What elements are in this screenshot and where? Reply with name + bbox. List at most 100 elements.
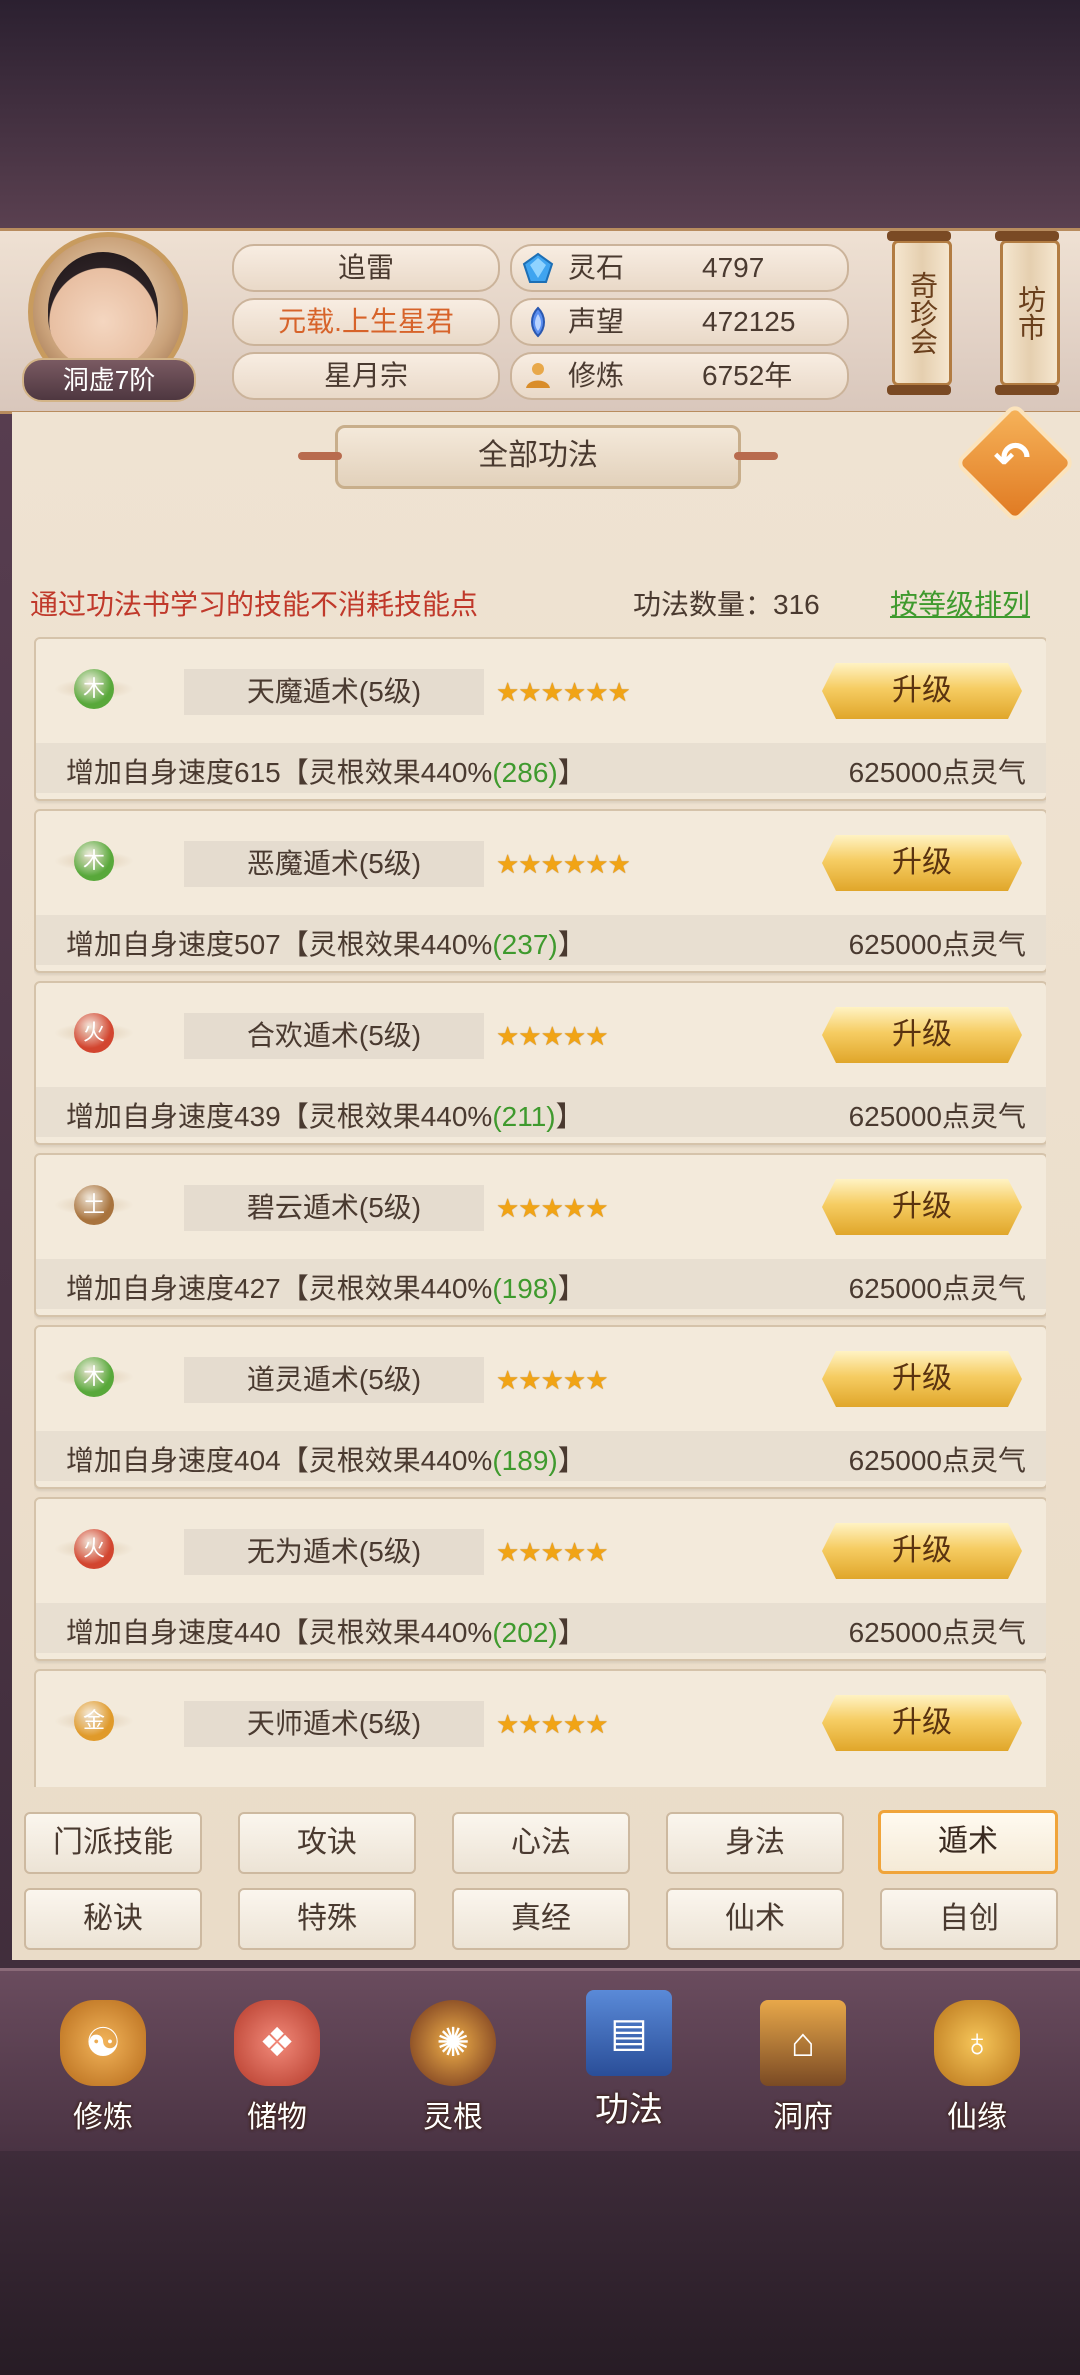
avatar-portrait	[48, 252, 158, 368]
resource-prestige: 声望 472125	[510, 298, 849, 346]
skill-desc-row: 增加自身速度404【灵根效果440%(189)】 625000点灵气	[36, 1431, 1046, 1481]
prestige-icon	[531, 306, 545, 338]
skill-description: 增加自身速度404【灵根效果440%(189)】	[66, 1445, 586, 1476]
nav-storage[interactable]: ❖ 储物	[212, 2000, 342, 2140]
resource-name: 声望	[568, 306, 625, 337]
root-bonus: (202)	[492, 1617, 558, 1648]
skill-name: 碧云遁术(5级)	[184, 1185, 484, 1231]
element-badge: 木	[74, 669, 114, 709]
tab-mind-method[interactable]: 心法	[452, 1812, 630, 1874]
nav-immortal-fate[interactable]: ♁ 仙缘	[912, 2000, 1042, 2140]
upgrade-cost: 625000点灵气	[848, 1273, 1026, 1304]
upgrade-button[interactable]: 升级	[822, 1179, 1022, 1235]
immortal-fate-gourd-icon: ♁	[934, 2000, 1020, 2086]
skill-count: 功法数量：316	[633, 589, 820, 620]
realm-badge: 洞虚7阶	[22, 358, 196, 402]
skill-card: 土 碧云遁术(5级) ★★★★★ 升级 增加自身速度427【灵根效果440%(1…	[34, 1153, 1046, 1317]
element-badge: 金	[74, 1701, 114, 1741]
root-bonus: (286)	[492, 757, 558, 788]
cultivation-monk-icon: ☯	[60, 2000, 146, 2086]
element-badge: 土	[74, 1185, 114, 1225]
star-rating: ★★★★★	[496, 1709, 609, 1739]
skill-name: 恶魔遁术(5级)	[184, 841, 484, 887]
upgrade-cost: 625000点灵气	[848, 1101, 1026, 1132]
skill-name: 天师遁术(5级)	[184, 1701, 484, 1747]
nav-cave-mansion[interactable]: ⌂ 洞府	[738, 2000, 868, 2140]
root-bonus: (189)	[492, 1445, 558, 1476]
resource-name: 灵石	[568, 252, 625, 283]
resource-value: 4797	[702, 252, 765, 283]
upgrade-button[interactable]: 升级	[822, 1351, 1022, 1407]
sort-by-level-link[interactable]: 按等级排列	[890, 583, 1030, 623]
cave-mansion-icon: ⌂	[760, 2000, 846, 2086]
element-badge: 木	[74, 1357, 114, 1397]
nav-label: 储物	[247, 2101, 307, 2134]
element-badge: 火	[74, 1013, 114, 1053]
upgrade-cost: 625000点灵气	[848, 757, 1026, 788]
skill-name: 天魔遁术(5级)	[184, 669, 484, 715]
upgrade-button[interactable]: 升级	[822, 1523, 1022, 1579]
skill-card: 木 恶魔遁术(5级) ★★★★★★ 升级 增加自身速度507【灵根效果440%(…	[34, 809, 1046, 973]
nav-label: 修炼	[73, 2101, 133, 2134]
skill-name: 无为遁术(5级)	[184, 1529, 484, 1575]
tab-true-scripture[interactable]: 真经	[452, 1888, 630, 1950]
bottom-background	[0, 2150, 1080, 2375]
upgrade-button[interactable]: 升级	[822, 1695, 1022, 1751]
nav-label: 仙缘	[947, 2101, 1007, 2134]
star-rating: ★★★★★	[496, 1537, 609, 1567]
upgrade-cost: 625000点灵气	[848, 1617, 1026, 1648]
element-badge: 火	[74, 1529, 114, 1569]
root-bonus: (198)	[492, 1273, 558, 1304]
star-rating: ★★★★★★	[496, 849, 631, 879]
nav-spirit-root[interactable]: ✺ 灵根	[388, 2000, 518, 2140]
skill-description: 增加自身速度427【灵根效果440%(198)】	[66, 1273, 586, 1304]
back-arrow-icon: ↶	[993, 434, 1031, 483]
skill-book-icon: ▤	[586, 1990, 672, 2076]
upgrade-button[interactable]: 升级	[822, 1007, 1022, 1063]
skill-name: 道灵遁术(5级)	[184, 1357, 484, 1403]
tab-immortal-art[interactable]: 仙术	[666, 1888, 844, 1950]
cultivation-icon	[526, 363, 550, 388]
character-name: 追雷	[232, 244, 500, 292]
skill-desc-row: 增加自身速度440【灵根效果440%(202)】 625000点灵气	[36, 1603, 1046, 1653]
market-button[interactable]: 坊市	[995, 231, 1060, 395]
nav-skills[interactable]: ▤ 功法	[564, 1990, 694, 2130]
skill-card: 火 无为遁术(5级) ★★★★★ 升级 增加自身速度440【灵根效果440%(2…	[34, 1497, 1046, 1661]
nav-cultivation[interactable]: ☯ 修炼	[38, 2000, 168, 2140]
skill-name: 合欢遁术(5级)	[184, 1013, 484, 1059]
character-title[interactable]: 元载.上生星君	[232, 298, 500, 346]
resource-name: 修炼	[568, 360, 625, 391]
character-sect: 星月宗	[232, 352, 500, 400]
skill-card: 火 合欢遁术(5级) ★★★★★ 升级 增加自身速度439【灵根效果440%(2…	[34, 981, 1046, 1145]
resource-spirit-stone: 灵石 4797	[510, 244, 849, 292]
skill-desc-row: 增加自身速度439【灵根效果440%(211)】 625000点灵气	[36, 1087, 1046, 1137]
skill-desc-row: 增加自身速度427【灵根效果440%(198)】 625000点灵气	[36, 1259, 1046, 1309]
upgrade-cost: 625000点灵气	[848, 1445, 1026, 1476]
skill-description: 增加自身速度507【灵根效果440%(237)】	[66, 929, 586, 960]
skill-description: 增加自身速度439【灵根效果440%(211)】	[66, 1101, 584, 1132]
nav-label: 洞府	[773, 2101, 833, 2134]
star-rating: ★★★★★	[496, 1193, 609, 1223]
spirit-root-icon: ✺	[410, 2000, 496, 2086]
resource-value: 6752年	[702, 360, 793, 391]
root-bonus: (237)	[492, 929, 558, 960]
tab-attack[interactable]: 攻诀	[238, 1812, 416, 1874]
tab-secret[interactable]: 秘诀	[24, 1888, 202, 1950]
element-badge: 木	[74, 841, 114, 881]
tab-body-method[interactable]: 身法	[666, 1812, 844, 1874]
star-rating: ★★★★★★	[496, 677, 631, 707]
skill-list[interactable]: 木 天魔遁术(5级) ★★★★★★ 升级 增加自身速度615【灵根效果440%(…	[34, 637, 1046, 1787]
page-title: 全部功法	[298, 425, 778, 489]
tab-escape-art[interactable]: 遁术	[878, 1810, 1058, 1874]
upgrade-button[interactable]: 升级	[822, 663, 1022, 719]
upgrade-cost: 625000点灵气	[848, 929, 1026, 960]
tab-sect-skills[interactable]: 门派技能	[24, 1812, 202, 1874]
treasure-fair-button[interactable]: 奇珍会	[887, 231, 952, 395]
tab-self-created[interactable]: 自创	[880, 1888, 1058, 1950]
spirit-stone-icon	[522, 252, 554, 283]
upgrade-button[interactable]: 升级	[822, 835, 1022, 891]
nav-label: 功法	[595, 2091, 663, 2129]
star-rating: ★★★★★	[496, 1021, 609, 1051]
tab-special[interactable]: 特殊	[238, 1888, 416, 1950]
resource-cultivation: 修炼 6752年	[510, 352, 849, 400]
